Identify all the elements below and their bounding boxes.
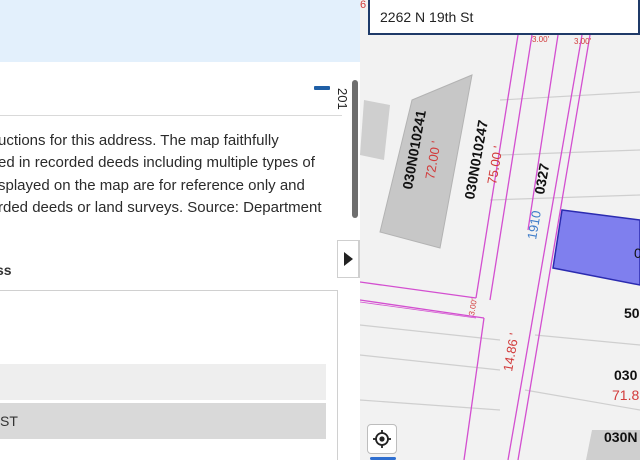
parcel-label: 030 <box>614 367 638 383</box>
panel-banner <box>0 0 360 62</box>
building-footprint <box>360 100 390 160</box>
disclaimer-text: uctions for this address. The map faithf… <box>0 130 342 219</box>
parcel-number: 1910 <box>524 209 544 240</box>
panel-scrollbar[interactable] <box>352 80 358 218</box>
selected-parcel <box>552 209 640 286</box>
parcel-map[interactable]: 6 030N010241 72.00 ' 030N010247 75.00 ' … <box>360 0 640 460</box>
row-label: ST <box>0 413 18 429</box>
address-search[interactable] <box>368 0 640 35</box>
crosshair-icon <box>373 430 391 448</box>
details-panel: uctions for this address. The map faithf… <box>0 0 360 460</box>
disclaimer-line: splayed on the map are for reference onl… <box>0 176 305 194</box>
parcel-dim: 71.8 <box>612 387 639 403</box>
minus-icon[interactable] <box>314 86 330 90</box>
parcel-label: 0 <box>634 245 640 261</box>
parcel-label: 030N <box>604 429 637 445</box>
scroll-label: 201 <box>335 88 350 110</box>
search-input[interactable] <box>380 8 638 25</box>
street-dim: 14.86 ' <box>500 332 521 373</box>
locate-button[interactable] <box>367 424 397 454</box>
collapse-panel-button[interactable] <box>337 240 359 278</box>
disclaimer-line: uctions for this address. The map faithf… <box>0 132 279 149</box>
parcel-id: 0327 <box>531 162 552 196</box>
section-label: ss <box>0 262 12 278</box>
card-header <box>0 62 342 116</box>
table-row[interactable] <box>0 364 326 400</box>
small-dim: 3.00' <box>467 297 479 316</box>
disclaimer-line: rded deeds or land surveys. Source: Depa… <box>0 198 322 216</box>
corner-label: 6 <box>360 0 366 11</box>
disclaimer-line: ed in recorded deeds including multiple … <box>0 154 315 172</box>
small-dim: 3.00' <box>574 37 592 46</box>
small-dim: 3.00' <box>532 35 550 44</box>
parcel-dim: 75.00 ' <box>484 145 505 186</box>
table-row-selected[interactable]: ST <box>0 403 326 439</box>
parcel-id: 030N010247 <box>461 119 491 201</box>
parcel-label: 50 <box>624 305 640 321</box>
caret-right-icon <box>343 252 353 266</box>
